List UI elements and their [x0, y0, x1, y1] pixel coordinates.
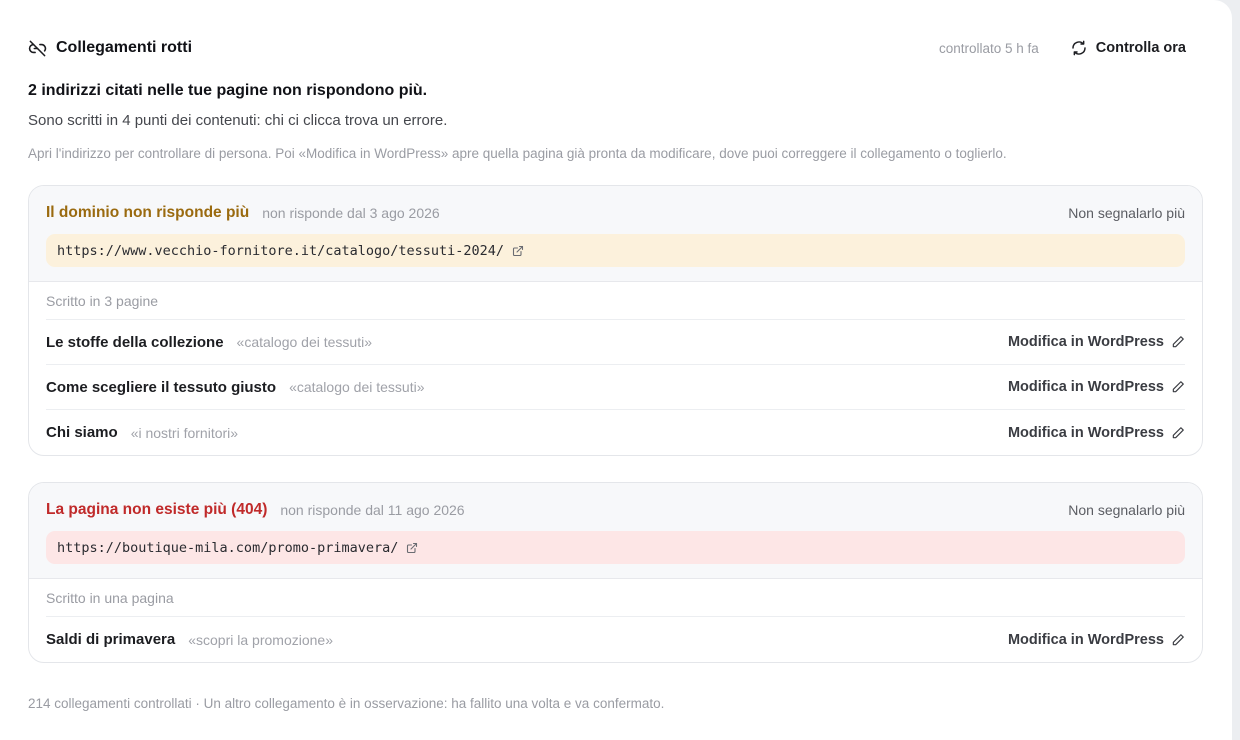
- panel-header: Collegamenti rotti controllato 5 h fa Co…: [28, 37, 1186, 59]
- page-row: Come scegliere il tessuto giusto «catalo…: [46, 365, 1185, 410]
- broken-links-panel: Collegamenti rotti controllato 5 h fa Co…: [0, 0, 1232, 740]
- pencil-icon: [1171, 633, 1185, 647]
- edit-in-wordpress-button[interactable]: Modifica in WordPress: [1008, 425, 1185, 441]
- summary-headline: 2 indirizzi citati nelle tue pagine non …: [28, 82, 428, 99]
- external-link-icon[interactable]: [512, 245, 524, 257]
- pencil-icon: [1171, 335, 1185, 349]
- dismiss-button[interactable]: Non segnalarlo più: [1068, 502, 1185, 518]
- issue-card-body: Scritto in una pagina Saldi di primavera…: [29, 579, 1202, 662]
- issue-card-body: Scritto in 3 pagine Le stoffe della coll…: [29, 282, 1202, 455]
- url-box: https://www.vecchio-fornitore.it/catalog…: [46, 234, 1185, 267]
- summary-subtext: Sono scritti in 4 punti dei contenuti: c…: [28, 112, 448, 129]
- title-wrap: Collegamenti rotti: [28, 39, 192, 58]
- url-box: https://boutique-mila.com/promo-primaver…: [46, 531, 1185, 564]
- written-in-label: Scritto in una pagina: [46, 579, 1185, 617]
- written-in-label: Scritto in 3 pagine: [46, 282, 1185, 320]
- edit-label: Modifica in WordPress: [1007, 424, 1164, 441]
- panel-title: Collegamenti rotti: [56, 39, 193, 56]
- issue-card: Il dominio non risponde più non risponde…: [28, 185, 1203, 456]
- page-name: Chi siamo: [46, 424, 118, 441]
- footer-note: 214 collegamenti controllati · Un altro …: [28, 696, 665, 711]
- edit-label: Modifica in WordPress: [1007, 379, 1164, 395]
- pencil-icon: [1171, 380, 1185, 394]
- refresh-icon: [1071, 40, 1087, 56]
- issue-since: non risponde dal 3 ago 2026: [262, 205, 440, 221]
- edit-in-wordpress-button[interactable]: Modifica in WordPress: [1008, 632, 1185, 648]
- broken-link-icon: [28, 39, 47, 58]
- issue-title: Il dominio non risponde più: [46, 204, 250, 221]
- broken-url-link[interactable]: https://boutique-mila.com/promo-primaver…: [57, 540, 398, 556]
- edit-label: Modifica in WordPress: [1007, 631, 1164, 648]
- external-link-icon[interactable]: [406, 542, 418, 554]
- issue-card: La pagina non esiste più (404) non rispo…: [28, 482, 1203, 663]
- issue-title: La pagina non esiste più (404): [46, 501, 268, 518]
- page-row: Saldi di primavera «scopri la promozione…: [46, 617, 1185, 662]
- anchor-text: «i nostri fornitori»: [130, 424, 239, 441]
- last-checked-text: controllato 5 h fa: [938, 40, 1039, 56]
- anchor-text: «catalogo dei tessuti»: [236, 334, 372, 350]
- issue-since: non risponde dal 11 ago 2026: [280, 502, 465, 518]
- page-row: Le stoffe della collezione «catalogo dei…: [46, 320, 1185, 365]
- page-name: Le stoffe della collezione: [46, 333, 224, 351]
- anchor-text: «scopri la promozione»: [188, 631, 333, 648]
- edit-in-wordpress-button[interactable]: Modifica in WordPress: [1008, 379, 1185, 395]
- issue-card-header: Il dominio non risponde più non risponde…: [29, 186, 1202, 282]
- pencil-icon: [1171, 426, 1185, 440]
- broken-url-link[interactable]: https://www.vecchio-fornitore.it/catalog…: [57, 243, 504, 259]
- page-name: Come scegliere il tessuto giusto: [46, 378, 277, 396]
- edit-label: Modifica in WordPress: [1007, 334, 1164, 350]
- issue-card-header: La pagina non esiste più (404) non rispo…: [29, 483, 1202, 579]
- summary-hint: Apri l'indirizzo per controllare di pers…: [28, 146, 1007, 161]
- check-now-button[interactable]: Controlla ora: [1071, 40, 1186, 56]
- dismiss-button[interactable]: Non segnalarlo più: [1068, 205, 1185, 221]
- anchor-text: «catalogo dei tessuti»: [289, 379, 425, 395]
- page-row: Chi siamo «i nostri fornitori» Modifica …: [46, 410, 1185, 455]
- page-name: Saldi di primavera: [46, 631, 176, 648]
- check-now-label: Controlla ora: [1095, 40, 1186, 56]
- edit-in-wordpress-button[interactable]: Modifica in WordPress: [1008, 334, 1185, 350]
